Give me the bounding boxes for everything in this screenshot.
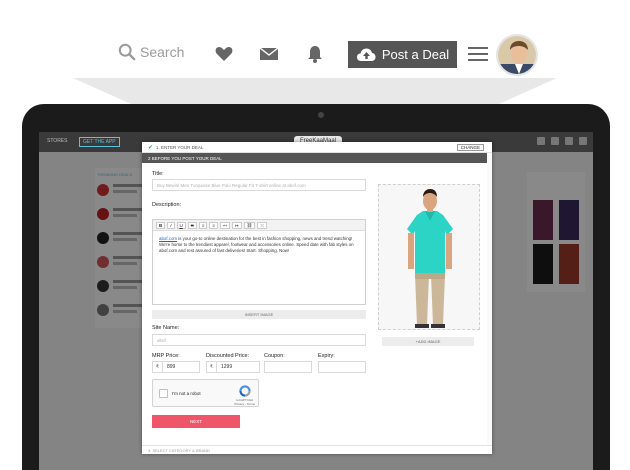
step-1-label: 1. ENTER YOUR DEAL bbox=[156, 145, 204, 150]
discounted-currency: ₹ bbox=[207, 362, 217, 372]
insert-image-button[interactable]: INSERT IMAGE bbox=[152, 310, 366, 319]
strikethrough-button[interactable]: S bbox=[187, 221, 197, 229]
title-label: Title: bbox=[152, 171, 164, 177]
step-3-header[interactable]: 3. SELECT CATEGORY & BRAND bbox=[142, 445, 492, 454]
unlink-button[interactable]: ⤫ bbox=[257, 221, 267, 229]
ordered-list-button[interactable]: ≡ bbox=[198, 221, 208, 229]
stage: Search Post a Deal STORES GET THE APP Fr… bbox=[0, 0, 630, 470]
product-image-preview[interactable] bbox=[378, 184, 480, 330]
check-icon: ✔ bbox=[148, 145, 154, 151]
search-placeholder: Search bbox=[140, 44, 185, 60]
discounted-price-input[interactable]: ₹ 1299 bbox=[206, 361, 260, 373]
description-text: is your go-to online destination for the… bbox=[159, 236, 354, 253]
mail-icon[interactable] bbox=[259, 44, 279, 64]
step-1-header[interactable]: ✔ 1. ENTER YOUR DEAL CHANGE bbox=[142, 142, 492, 153]
modal-scrollbar[interactable] bbox=[487, 153, 492, 446]
site-name-label: Site Name: bbox=[152, 325, 180, 331]
mrp-price-input[interactable]: ₹ 899 bbox=[152, 361, 200, 373]
recaptcha-brand: reCAPTCHA Privacy - Terms bbox=[234, 398, 255, 406]
mrp-value: 899 bbox=[167, 364, 176, 370]
mrp-price-label: MRP Price: bbox=[152, 353, 180, 359]
editor-content[interactable]: abof.com is your go-to online destinatio… bbox=[153, 231, 365, 259]
bold-button[interactable]: B bbox=[156, 221, 166, 229]
bg-get-app-button[interactable]: GET THE APP bbox=[79, 137, 120, 147]
editor-toolbar: B I U S ≡ ≡ ↤ ↦ ⛓ ⤫ bbox=[153, 220, 365, 231]
italic-button[interactable]: I bbox=[167, 221, 175, 229]
post-deal-modal: ✔ 1. ENTER YOUR DEAL CHANGE 2 BEFORE YOU… bbox=[142, 142, 492, 454]
coupon-input[interactable] bbox=[264, 361, 312, 373]
mrp-currency: ₹ bbox=[153, 362, 163, 372]
link-button[interactable]: ⛓ bbox=[243, 221, 256, 229]
search-box[interactable]: Search bbox=[118, 43, 184, 61]
expiry-input[interactable] bbox=[318, 361, 366, 373]
description-editor[interactable]: B I U S ≡ ≡ ↤ ↦ ⛓ ⤫ abof.com is your go-… bbox=[152, 219, 366, 305]
recaptcha-icon bbox=[239, 385, 251, 397]
recaptcha-checkbox[interactable] bbox=[159, 389, 168, 398]
bell-icon[interactable] bbox=[305, 44, 325, 64]
post-a-deal-button[interactable]: Post a Deal bbox=[348, 41, 457, 68]
post-a-deal-label: Post a Deal bbox=[381, 47, 450, 62]
bg-header-icons bbox=[537, 137, 587, 145]
recaptcha-widget: I'm not a robot reCAPTCHA Privacy - Term… bbox=[152, 379, 259, 407]
step-2-header: 2 BEFORE YOU POST YOUR DEAL bbox=[142, 153, 492, 163]
description-label: Description: bbox=[152, 202, 182, 208]
recaptcha-privacy[interactable]: Privacy - Terms bbox=[234, 402, 255, 406]
indent-button[interactable]: ↦ bbox=[231, 221, 242, 229]
add-image-button[interactable]: +ADD IMAGE bbox=[382, 337, 474, 346]
site-name-input[interactable]: abof bbox=[152, 334, 366, 346]
top-navigation: Search Post a Deal bbox=[0, 30, 630, 80]
change-button[interactable]: CHANGE bbox=[456, 144, 484, 151]
discounted-value: 1299 bbox=[221, 364, 233, 370]
laptop-frame: STORES GET THE APP FreeKaaMaal TRENDING … bbox=[22, 104, 610, 470]
callout-connector bbox=[73, 78, 557, 104]
unordered-list-button[interactable]: ≡ bbox=[209, 221, 219, 229]
underline-button[interactable]: U bbox=[176, 221, 186, 229]
coupon-label: Coupon: bbox=[264, 353, 285, 359]
cloud-upload-icon bbox=[356, 48, 376, 61]
laptop-screen: STORES GET THE APP FreeKaaMaal TRENDING … bbox=[39, 132, 593, 470]
bg-stores-link[interactable]: STORES bbox=[47, 138, 67, 144]
hamburger-icon[interactable] bbox=[468, 47, 488, 61]
recaptcha-text: I'm not a robot bbox=[172, 391, 201, 396]
avatar[interactable] bbox=[496, 34, 538, 76]
avatar-photo bbox=[498, 36, 536, 74]
next-button[interactable]: NEXT bbox=[152, 415, 240, 428]
product-photo-polo-shirt bbox=[379, 185, 479, 329]
heart-icon[interactable] bbox=[214, 44, 234, 64]
discounted-price-label: Discounted Price: bbox=[206, 353, 250, 359]
expiry-label: Expiry: bbox=[318, 353, 335, 359]
search-icon bbox=[118, 43, 136, 61]
camera-dot bbox=[318, 112, 324, 118]
title-input[interactable]: Buy Bewinl Men Turquoise Blue Polo Regul… bbox=[152, 179, 366, 191]
description-link[interactable]: abof.com bbox=[159, 236, 177, 241]
outdent-button[interactable]: ↤ bbox=[220, 221, 230, 229]
